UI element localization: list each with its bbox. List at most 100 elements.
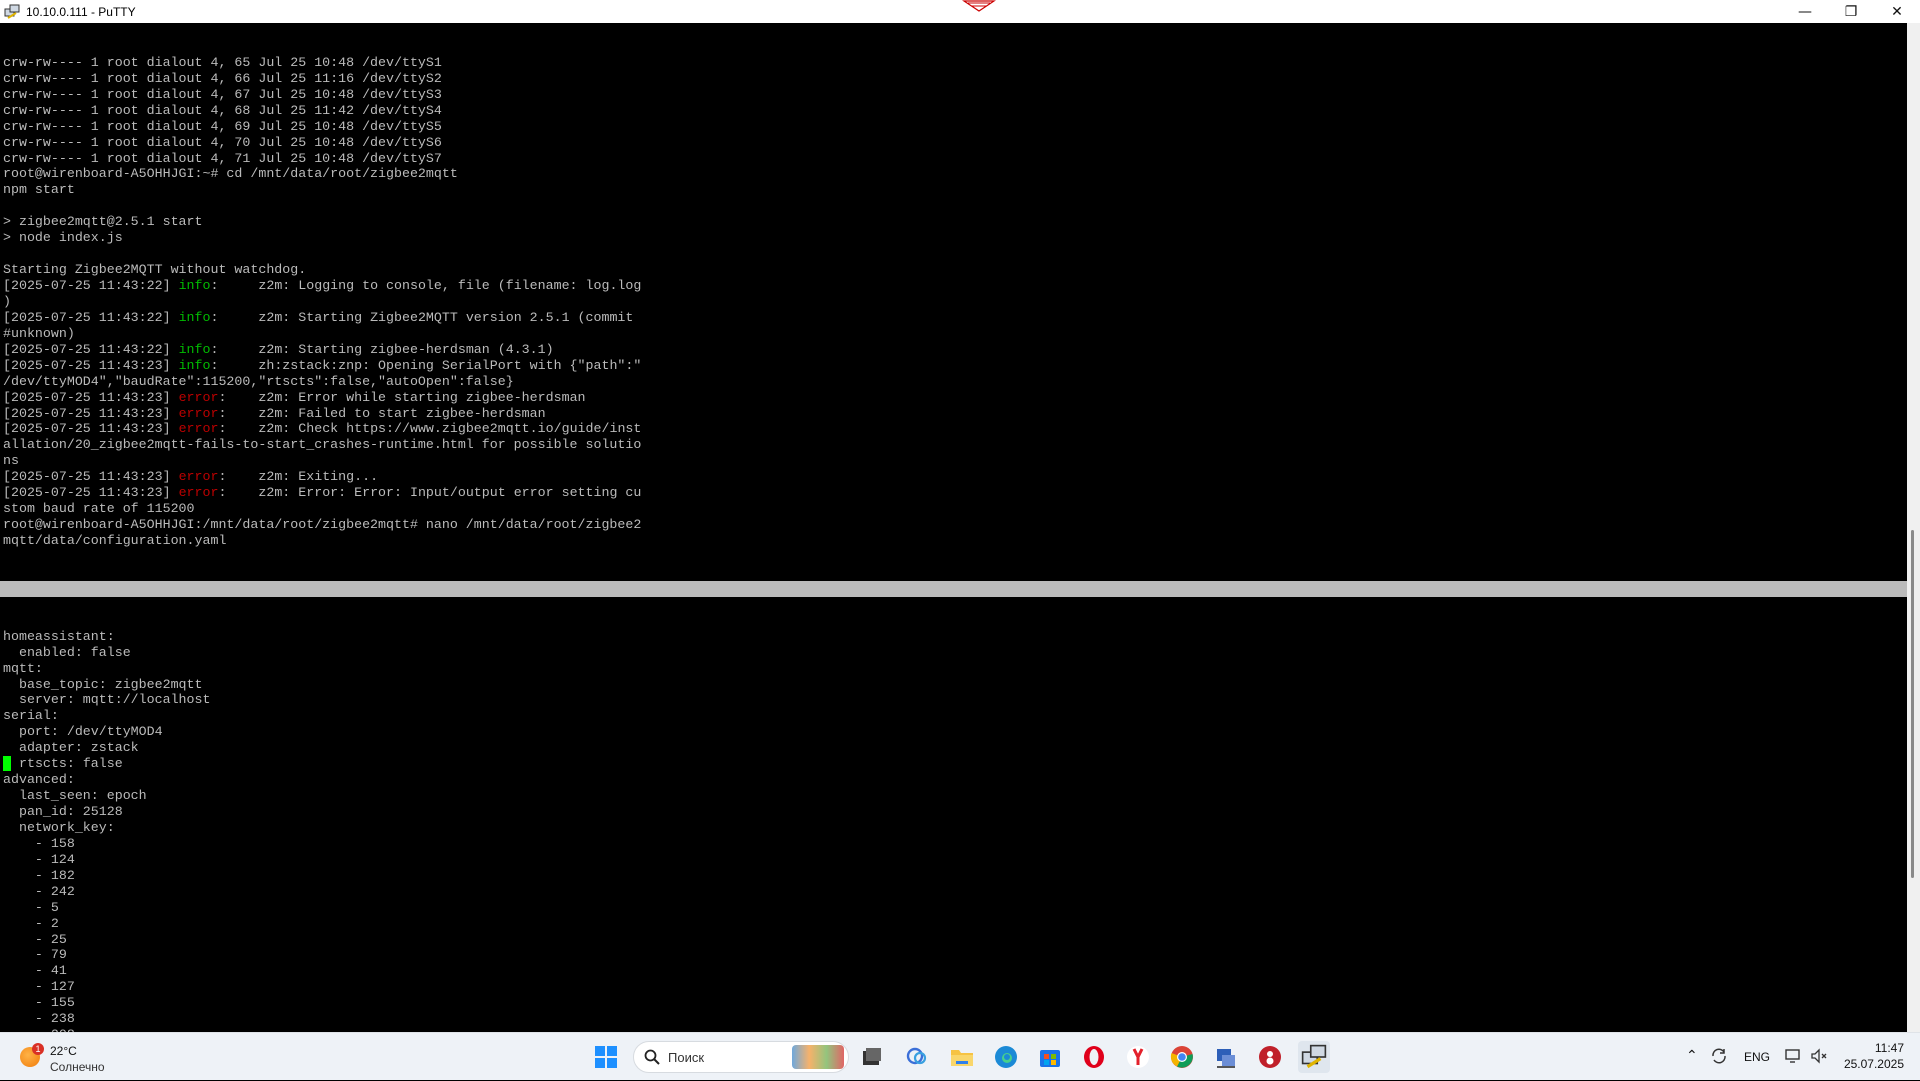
editor-line: rtscts: false	[0, 756, 1907, 772]
editor-line: - 124	[3, 851, 75, 867]
language-indicator[interactable]: ENG	[1744, 1050, 1770, 1064]
terminal-line: [2025-07-25 11:43:23] info: zh:zstack:zn…	[0, 358, 1907, 374]
editor-line-text: rtscts: false	[11, 756, 123, 772]
nano-version: GNU nano 5.4	[3, 596, 99, 612]
terminal-line: crw-rw---- 1 root dialout 4, 69 Jul 25 1…	[3, 118, 442, 134]
edge-icon[interactable]	[990, 1041, 1022, 1073]
opera-icon[interactable]	[1078, 1041, 1110, 1073]
search-icon	[644, 1049, 660, 1065]
window-title: 10.10.0.111 - PuTTY	[26, 4, 136, 19]
editor-line: pan_id: 25128	[3, 804, 123, 820]
terminal-line: [2025-07-25 11:43:23] error: z2m: Check …	[0, 421, 1907, 437]
log-level: error	[178, 469, 219, 485]
terminal-line: crw-rw---- 1 root dialout 4, 67 Jul 25 1…	[3, 86, 442, 102]
scrollbar-thumb[interactable]	[1911, 530, 1914, 878]
editor-line: server: mqtt://localhost	[3, 692, 211, 708]
terminal-line: crw-rw---- 1 root dialout 4, 70 Jul 25 1…	[3, 134, 442, 150]
editor-line: serial:	[3, 708, 59, 724]
volume-muted-icon[interactable]	[1810, 1047, 1828, 1070]
log-message: : z2m: Failed to start zigbee-herdsman	[218, 405, 546, 421]
window-titlebar[interactable]: 10.10.0.111 - PuTTY — ❐ ✕	[0, 0, 1920, 23]
log-level: info	[178, 341, 211, 357]
log-level: error	[178, 421, 219, 437]
terminal-line: npm start	[3, 182, 75, 198]
log-timestamp: [2025-07-25 11:43:23]	[3, 421, 179, 437]
terminal-line: crw-rw---- 1 root dialout 4, 66 Jul 25 1…	[3, 70, 442, 86]
editor-line: - 155	[3, 995, 75, 1011]
terminal-line: > node index.js	[3, 230, 123, 246]
log-timestamp: [2025-07-25 11:43:23]	[3, 485, 179, 501]
log-message: : z2m: Starting zigbee-herdsman (4.3.1)	[210, 341, 554, 357]
chevron-up-icon[interactable]: ⌃	[1686, 1047, 1698, 1064]
log-message: : z2m: Exiting...	[218, 469, 379, 485]
nano-title-bar: GNU nano 5.4 /mnt/data/root/zigbee2mqtt/…	[0, 580, 1907, 628]
start-icon[interactable]	[590, 1041, 622, 1073]
log-message: : z2m: Starting Zigbee2MQTT version 2.5.…	[210, 309, 634, 325]
terminal-line: crw-rw---- 1 root dialout 4, 68 Jul 25 1…	[3, 102, 442, 118]
terminal-screen[interactable]: crw-rw---- 1 root dialout 4, 65 Jul 25 1…	[0, 23, 1907, 1032]
log-level: error	[178, 405, 219, 421]
weather-temperature: 22°C	[50, 1044, 77, 1058]
log-level: error	[178, 389, 219, 405]
terminal-line: [2025-07-25 11:43:22] info: z2m: Startin…	[0, 310, 1907, 326]
log-message: : z2m: Error: Error: Input/output error …	[218, 485, 642, 501]
task-view-icon[interactable]	[856, 1041, 888, 1073]
terminal-line: )	[3, 293, 11, 309]
log-timestamp: [2025-07-25 11:43:22]	[3, 309, 179, 325]
terminal-line: Starting Zigbee2MQTT without watchdog.	[3, 262, 307, 278]
log-message: : zh:zstack:znp: Opening SerialPort with…	[210, 357, 642, 373]
system-clock[interactable]: 11:47 25.07.2025	[1844, 1040, 1904, 1072]
clock-date: 25.07.2025	[1843, 1057, 1904, 1071]
search-box[interactable]: Поиск	[633, 1041, 849, 1073]
editor-line: mqtt:	[3, 660, 43, 676]
terminal-line: crw-rw---- 1 root dialout 4, 71 Jul 25 1…	[3, 150, 442, 166]
editor-line: - 41	[3, 963, 67, 979]
sync-icon[interactable]	[1710, 1047, 1728, 1070]
close-button[interactable]: ✕	[1874, 0, 1920, 23]
chrome-icon[interactable]	[1166, 1041, 1198, 1073]
maximize-button[interactable]: ❐	[1828, 0, 1874, 23]
terminal-line: [2025-07-25 11:43:23] error: z2m: Failed…	[0, 406, 1907, 422]
log-message: : z2m: Check https://www.zigbee2mqtt.io/…	[218, 421, 642, 437]
window-drag-handle-icon	[962, 0, 996, 12]
clock-time: 11:47	[1874, 1041, 1904, 1055]
editor-line: - 242	[3, 883, 75, 899]
editor-line: - 2	[3, 915, 59, 931]
weather-widget[interactable]: 1 22°C Солнечно	[16, 1039, 136, 1075]
terminal-line: > zigbee2mqtt@2.5.1 start	[3, 214, 203, 230]
file-explorer-icon[interactable]	[946, 1041, 978, 1073]
log-timestamp: [2025-07-25 11:43:23]	[3, 405, 179, 421]
log-timestamp: [2025-07-25 11:43:23]	[3, 389, 179, 405]
nano-editor-buffer[interactable]: homeassistant: enabled: false mqtt: base_…	[0, 629, 1907, 1032]
log-message: : z2m: Logging to console, file (filenam…	[210, 278, 642, 294]
terminal-line: crw-rw---- 1 root dialout 4, 65 Jul 25 1…	[3, 54, 442, 70]
network-icon[interactable]	[1784, 1047, 1802, 1070]
network-tool-icon[interactable]	[1210, 1041, 1242, 1073]
copilot-icon[interactable]	[901, 1041, 933, 1073]
editor-line: adapter: zstack	[3, 740, 139, 756]
terminal-line: root@wirenboard-A5OHHJGI:/mnt/data/root/…	[3, 517, 642, 533]
editor-line: network_key:	[3, 819, 115, 835]
terminal-line: /dev/ttyMOD4","baudRate":115200,"rtscts"…	[3, 373, 514, 389]
search-highlight-image	[792, 1045, 844, 1069]
editor-line: homeassistant:	[3, 628, 115, 644]
app-red-icon[interactable]	[1254, 1041, 1286, 1073]
minimize-button[interactable]: —	[1782, 0, 1828, 23]
terminal-line: ns	[3, 453, 19, 469]
store-icon[interactable]	[1034, 1041, 1066, 1073]
editor-line: enabled: false	[3, 644, 131, 660]
terminal-scrollbar[interactable]	[1907, 23, 1920, 1032]
log-level: info	[178, 357, 211, 373]
editor-line: - 238	[3, 1011, 75, 1027]
editor-line: - 5	[3, 899, 59, 915]
yandex-browser-icon[interactable]	[1122, 1041, 1154, 1073]
log-timestamp: [2025-07-25 11:43:23]	[3, 357, 179, 373]
log-timestamp: [2025-07-25 11:43:22]	[3, 341, 179, 357]
text-cursor	[3, 756, 11, 772]
putty-taskbar-icon[interactable]	[1298, 1041, 1330, 1073]
editor-line: - 25	[3, 931, 67, 947]
editor-line: last_seen: epoch	[3, 788, 147, 804]
nano-filename: /mnt/data/root/zigbee2mqtt/data/configur…	[771, 612, 1170, 628]
editor-line: base_topic: zigbee2mqtt	[3, 676, 203, 692]
